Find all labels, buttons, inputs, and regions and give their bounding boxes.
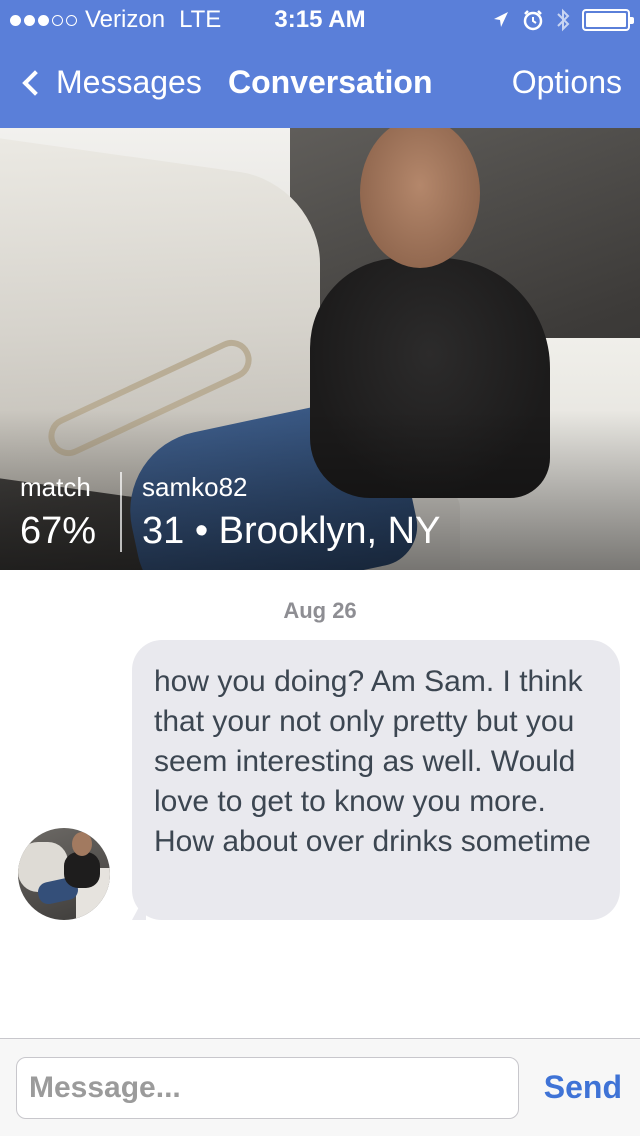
photo-figure-head [360,128,480,268]
match-label: match [20,472,91,502]
nav-bar: Messages Conversation Options [0,40,640,128]
battery-icon [582,9,634,31]
alarm-icon [523,10,543,31]
message-bubble[interactable]: how you doing? Am Sam. I think that your… [132,640,620,920]
compose-bar: Send [0,1038,640,1136]
back-button-label: Messages [56,64,202,100]
message-input[interactable] [16,1057,519,1119]
avatar-shirt [64,852,100,888]
battery-fill [586,13,626,27]
message-text: how you doing? Am Sam. I think that your… [154,665,591,858]
avatar[interactable] [18,828,110,920]
profile-photo[interactable]: match 67% samko82 31 • Brooklyn, NY [0,128,640,570]
profile-divider [120,472,122,552]
message-date: Aug 26 [283,598,357,623]
match-percent: 67% [20,510,97,552]
status-right [492,8,634,32]
chevron-left-icon [22,69,48,96]
location-arrow-icon [494,12,508,27]
back-button[interactable]: Messages [18,64,202,101]
avatar-head [72,832,92,856]
status-bar: Verizon LTE 3:15 AM [0,0,640,40]
profile-info: match 67% samko82 31 • Brooklyn, NY [0,468,640,568]
screen: Verizon LTE 3:15 AM Messages Conversatio… [0,0,640,1136]
bluetooth-icon [557,8,570,32]
username[interactable]: samko82 [142,472,248,503]
age-location: 31 • Brooklyn, NY [142,510,441,552]
send-button[interactable]: Send [544,1069,622,1106]
page-title: Conversation [228,64,433,100]
options-button[interactable]: Options [512,64,622,101]
